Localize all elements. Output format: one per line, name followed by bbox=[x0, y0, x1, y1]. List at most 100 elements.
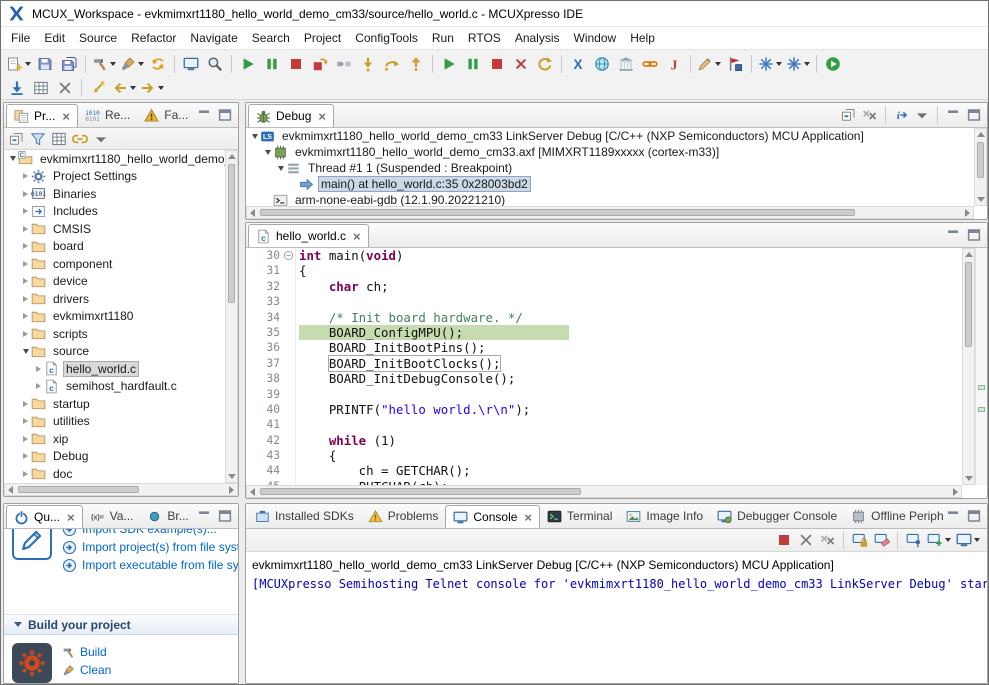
new-wizard-button[interactable] bbox=[5, 53, 33, 75]
step-return-button[interactable] bbox=[404, 53, 428, 75]
refresh-button[interactable] bbox=[146, 53, 170, 75]
expand-arrow-icon[interactable] bbox=[20, 331, 31, 337]
minimize-button[interactable] bbox=[194, 105, 214, 125]
tree-item-startup[interactable]: startup bbox=[4, 395, 225, 413]
tree-item-evkmimxrt1180-hello-world-demo-cm33-linkserver-debug-c-c-nxp-semiconductors-mcu-application[interactable]: LSevkmimxrt1180_hello_world_demo_cm33 Li… bbox=[246, 128, 974, 144]
scrollbar-thumb[interactable] bbox=[18, 486, 139, 493]
show-full-paths-button[interactable]: i bbox=[891, 105, 911, 125]
menu-analysis[interactable]: Analysis bbox=[508, 28, 567, 48]
code-text[interactable]: BOARD_ConfigMPU(); bbox=[296, 325, 962, 340]
breakpoint-margin[interactable] bbox=[246, 463, 258, 478]
collapse-arrow-icon[interactable] bbox=[20, 349, 31, 354]
menu-file[interactable]: File bbox=[4, 28, 37, 48]
minimize-button[interactable] bbox=[943, 105, 963, 125]
markers-button[interactable] bbox=[723, 53, 747, 75]
scrollbar-thumb[interactable] bbox=[260, 488, 581, 495]
minimize-button[interactable] bbox=[194, 506, 214, 526]
expand-arrow-icon[interactable] bbox=[33, 383, 44, 389]
scrollbar-thumb[interactable] bbox=[965, 262, 972, 347]
scroll-right-arrow[interactable] bbox=[953, 488, 958, 496]
fold-margin[interactable] bbox=[282, 340, 296, 355]
scroll-down-arrow[interactable] bbox=[977, 197, 985, 202]
build-section-header[interactable]: Build your project bbox=[4, 614, 238, 635]
scroll-down-arrow[interactable] bbox=[228, 474, 236, 479]
tab-debug[interactable]: Debug× bbox=[248, 104, 334, 127]
quickstart-item-label[interactable]: Import SDK example(s)... bbox=[82, 529, 217, 536]
maximize-button[interactable] bbox=[215, 105, 235, 125]
scrollbar-thumb[interactable] bbox=[977, 142, 984, 178]
fold-margin[interactable] bbox=[282, 325, 296, 340]
line-number[interactable]: 44 bbox=[258, 463, 282, 478]
dropdown-arrow-icon[interactable] bbox=[804, 62, 810, 66]
close-tab-icon[interactable]: × bbox=[353, 230, 361, 243]
save-button[interactable] bbox=[33, 53, 57, 75]
collapse-arrow-icon[interactable] bbox=[7, 156, 18, 161]
expand-arrow-icon[interactable] bbox=[20, 418, 31, 424]
code-text[interactable]: ch = GETCHAR(); bbox=[296, 463, 962, 478]
code-line-37[interactable]: 37 BOARD_InitBootClocks(); bbox=[246, 356, 962, 371]
quickstart-item-build[interactable]: Build bbox=[62, 643, 111, 661]
menu-source[interactable]: Source bbox=[72, 28, 124, 48]
line-number[interactable]: 31 bbox=[258, 263, 282, 278]
terminate-button[interactable] bbox=[284, 53, 308, 75]
breakpoint-margin[interactable] bbox=[246, 279, 258, 294]
scroll-left-arrow[interactable] bbox=[250, 488, 255, 496]
view-menu-button[interactable] bbox=[912, 105, 932, 125]
display-selected-console-button[interactable] bbox=[925, 530, 953, 550]
menu-window[interactable]: Window bbox=[567, 28, 624, 48]
tree-item-evkmimxrt1180-hello-world-demo-cm33[interactable]: Cevkmimxrt1180_hello_world_demo_cm33 bbox=[4, 150, 225, 168]
dropdown-arrow-icon[interactable] bbox=[715, 62, 721, 66]
fold-margin[interactable] bbox=[282, 448, 296, 463]
tab-image-info[interactable]: Image Info bbox=[619, 504, 710, 528]
expand-arrow-icon[interactable] bbox=[20, 261, 31, 267]
tab-qu[interactable]: Qu...× bbox=[6, 505, 83, 528]
config-tools-button[interactable] bbox=[756, 53, 784, 75]
remove-all-terminated-button[interactable] bbox=[860, 105, 880, 125]
breakpoint-margin[interactable] bbox=[246, 294, 258, 309]
breakpoint-margin[interactable] bbox=[246, 310, 258, 325]
breakpoint-margin[interactable] bbox=[246, 371, 258, 386]
quick-start-debug-button[interactable] bbox=[821, 53, 845, 75]
tab-pr[interactable]: Pr...× bbox=[6, 104, 78, 127]
expand-arrow-icon[interactable] bbox=[20, 278, 31, 284]
last-edit-location-button[interactable] bbox=[86, 78, 110, 98]
pin-console-button[interactable] bbox=[903, 530, 924, 550]
quickstart-item-label[interactable]: Clean bbox=[80, 663, 111, 677]
code-line-44[interactable]: 44 ch = GETCHAR(); bbox=[246, 463, 962, 478]
fold-margin[interactable] bbox=[282, 402, 296, 417]
line-number[interactable]: 41 bbox=[258, 417, 282, 432]
tree-item-utilities[interactable]: utilities bbox=[4, 413, 225, 431]
terminate-relaunch-button[interactable] bbox=[308, 53, 332, 75]
close-tool-button[interactable] bbox=[53, 78, 77, 98]
expand-arrow-icon[interactable] bbox=[20, 436, 31, 442]
expand-arrow-icon[interactable] bbox=[20, 208, 31, 214]
line-number[interactable]: 43 bbox=[258, 448, 282, 463]
create-project-tile[interactable] bbox=[12, 529, 52, 560]
tab-terminal[interactable]: Terminal bbox=[540, 504, 619, 528]
tree-item-drivers[interactable]: drivers bbox=[4, 290, 225, 308]
fold-margin[interactable] bbox=[282, 310, 296, 325]
close-tab-icon[interactable]: × bbox=[524, 511, 532, 524]
view-menu-button[interactable] bbox=[91, 129, 111, 149]
close-tab-icon[interactable]: × bbox=[318, 110, 326, 123]
tab-hello-world-c[interactable]: chello_world.c× bbox=[248, 224, 369, 247]
code-text[interactable]: { bbox=[296, 448, 962, 463]
code-line-40[interactable]: 40 PRINTF("hello world.\r\n"); bbox=[246, 402, 962, 417]
tree-item-hello-world-c[interactable]: chello_world.c bbox=[4, 360, 225, 378]
menu-refactor[interactable]: Refactor bbox=[124, 28, 183, 48]
code-line-32[interactable]: 32 char ch; bbox=[246, 279, 962, 294]
code-text[interactable]: while (1) bbox=[296, 433, 962, 448]
scroll-right-arrow[interactable] bbox=[965, 209, 970, 217]
breakpoint-margin[interactable] bbox=[246, 402, 258, 417]
code-text[interactable] bbox=[296, 417, 962, 432]
tree-item-includes[interactable]: Includes bbox=[4, 203, 225, 221]
code-line-30[interactable]: 30int main(void) bbox=[246, 248, 962, 263]
tab-installed-sdks[interactable]: Installed SDKs bbox=[248, 504, 361, 528]
close-tab-icon[interactable]: × bbox=[67, 511, 75, 524]
build-button[interactable] bbox=[90, 53, 118, 75]
code-line-41[interactable]: 41 bbox=[246, 417, 962, 432]
maximize-button[interactable] bbox=[964, 105, 984, 125]
search-button[interactable] bbox=[203, 53, 227, 75]
code-text[interactable]: BOARD_InitBootPins(); bbox=[296, 340, 962, 355]
open-console-button[interactable] bbox=[954, 530, 982, 550]
